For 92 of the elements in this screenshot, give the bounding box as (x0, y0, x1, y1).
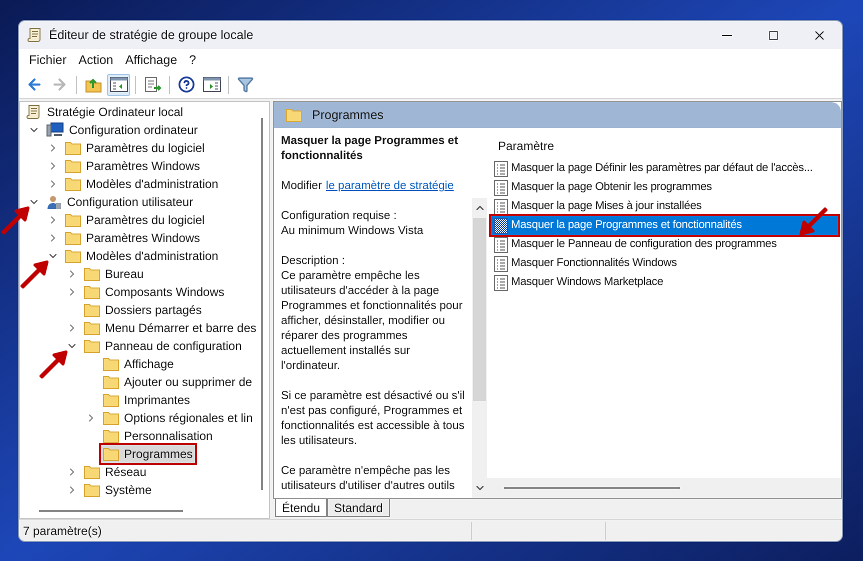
tree-item[interactable]: Personnalisation (101, 427, 215, 445)
description-paragraph: Description : Ce paramètre empêche les utilisateurs d'accéder à la page Programmes et fonctionnalités pour afficher, désinstaller, modifier ou réparer des programmes actuellement installés sur l'ordinateur. (281, 254, 464, 374)
maximize-icon (768, 30, 778, 40)
policy-row[interactable]: Masquer la page Définir les paramètres par défaut de l'accès... (491, 159, 838, 178)
tree-item[interactable]: Composants Windows (82, 283, 226, 301)
folder-icon (286, 108, 302, 122)
policy-row[interactable]: Masquer la page Programmes et fonctionnalités (491, 216, 838, 235)
folder-icon (84, 465, 100, 479)
folder-icon (103, 375, 119, 389)
edit-policy-link[interactable]: le paramètre de stratégie (326, 179, 454, 194)
folder-icon (84, 339, 100, 353)
help-icon (178, 76, 195, 93)
folder-icon (84, 267, 100, 281)
description-paragraph: Configuration requise : Au minimum Windows Vista (281, 209, 424, 239)
tree-item[interactable]: Stratégie Ordinateur local (24, 103, 186, 121)
folder-up-icon (85, 76, 102, 92)
tree-item[interactable]: Programmes (101, 445, 195, 463)
minimize-icon (722, 34, 732, 36)
tree-item[interactable]: Paramètres Windows (63, 229, 202, 247)
window-title: Éditeur de stratégie de groupe locale (49, 26, 254, 44)
tree-item[interactable]: Dossiers partagés (82, 301, 204, 319)
view-tab[interactable]: Standard (327, 499, 390, 517)
pane-title: Programmes (312, 106, 384, 124)
policy-row[interactable]: Masquer le Panneau de configuration des programmes (491, 235, 838, 254)
tree-item[interactable]: Réseau (82, 463, 148, 481)
scroll-icon (26, 104, 42, 120)
tree-item[interactable]: Bureau (82, 265, 146, 283)
folder-icon (103, 411, 119, 425)
tree-item[interactable]: Paramètres du logiciel (63, 211, 207, 229)
policy-icon (494, 256, 508, 272)
forward-arrow-icon (51, 76, 68, 93)
menu-item[interactable]: ? (183, 50, 202, 70)
horizontal-scrollbar-thumb[interactable] (39, 510, 183, 512)
status-text: 7 paramètre(s) (22, 522, 103, 540)
policy-icon (494, 274, 508, 290)
tree-item[interactable]: Modèles d'administration (63, 175, 220, 193)
tree-item[interactable]: Imprimantes (101, 391, 192, 409)
tree-item[interactable]: Paramètres Windows (63, 157, 202, 175)
filter-icon (237, 76, 254, 93)
folder-icon (103, 357, 119, 371)
description-paragraph: Ce paramètre n'empêche pas les utilisateurs d'utiliser d'autres outils (281, 464, 456, 494)
folder-icon (65, 213, 81, 227)
policy-row[interactable]: Masquer la page Mises à jour installées (491, 197, 838, 216)
horizontal-scrollbar-thumb[interactable] (504, 487, 680, 489)
tree-item[interactable]: Ajouter ou supprimer de (101, 373, 254, 391)
user-icon (46, 194, 62, 210)
description-paragraph: Si ce paramètre est désactivé ou s'il n'est pas configuré, Programmes et fonctionnalités est accessible à tous les utilisateurs. (281, 389, 465, 449)
tree-item[interactable]: Affichage (101, 355, 176, 373)
tree-item[interactable]: Paramètres du logiciel (63, 139, 207, 157)
menu-item[interactable]: Action (72, 50, 120, 70)
folder-icon (103, 393, 119, 407)
toolbar-button[interactable] (107, 74, 130, 96)
folder-icon (103, 447, 119, 461)
tree-item[interactable]: Menu Démarrer et barre des (82, 319, 258, 337)
policy-icon (494, 160, 508, 176)
tree-item[interactable]: Options régionales et lin (101, 409, 255, 427)
policy-title: Masquer la page Programmes et fonctionnalités (281, 134, 460, 164)
folder-icon (84, 321, 100, 335)
folder-icon (84, 303, 100, 317)
folder-icon (84, 483, 100, 497)
tree-item[interactable]: Panneau de configuration (82, 337, 244, 355)
column-header[interactable]: Paramètre (491, 137, 841, 153)
action-pane-icon (202, 77, 220, 92)
policy-row[interactable]: Masquer la page Obtenir les programmes (491, 178, 838, 197)
folder-icon (103, 429, 119, 443)
policy-row[interactable]: Masquer Fonctionnalités Windows (491, 254, 838, 273)
vertical-scrollbar-thumb[interactable] (261, 118, 263, 490)
tree-item[interactable]: Configuration ordinateur (44, 121, 200, 139)
scroll-icon (27, 27, 43, 43)
menu-item[interactable]: Affichage (119, 50, 184, 70)
folder-icon (84, 285, 100, 299)
policy-icon (494, 180, 508, 196)
policy-icon (494, 218, 508, 234)
folder-icon (65, 159, 81, 173)
tree-item[interactable]: Système (82, 481, 154, 499)
policy-row[interactable]: Masquer Windows Marketplace (491, 273, 838, 292)
back-arrow-icon (26, 76, 43, 93)
edit-label: Modifier (281, 179, 322, 194)
folder-icon (65, 231, 81, 245)
folder-icon (65, 177, 81, 191)
view-tab[interactable]: Étendu (275, 499, 328, 517)
folder-icon (65, 249, 81, 263)
tree-item[interactable]: Modèles d'administration (63, 247, 220, 265)
menu-item[interactable]: Fichier (23, 50, 73, 70)
tree-item[interactable]: Configuration utilisateur (44, 193, 196, 211)
policy-icon (494, 198, 508, 214)
computer-icon (46, 122, 64, 138)
export-list-icon (144, 76, 162, 92)
policy-icon (494, 236, 508, 252)
tree-pane-icon (110, 77, 128, 92)
vertical-scrollbar-thumb[interactable] (473, 218, 486, 401)
folder-icon (65, 141, 81, 155)
